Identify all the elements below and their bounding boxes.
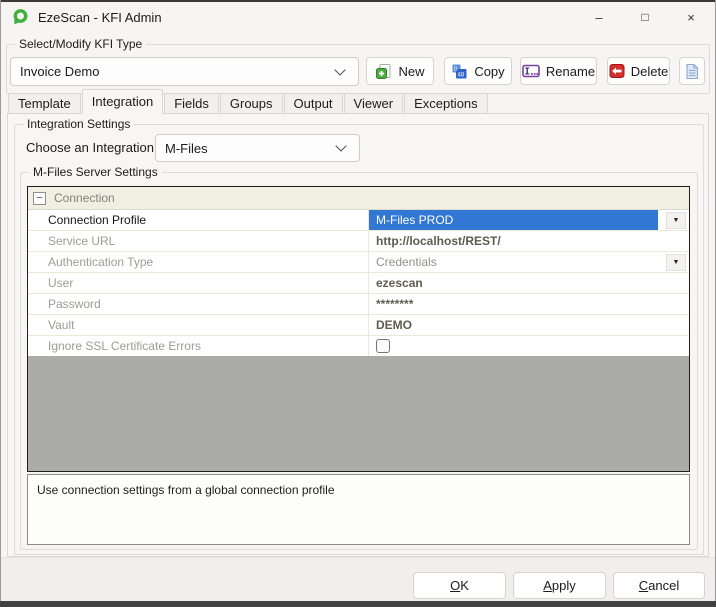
chevron-down-icon bbox=[334, 64, 345, 75]
new-icon bbox=[375, 63, 392, 80]
property-row-connection-profile[interactable]: Connection Profile M-Files PROD ▼ bbox=[28, 210, 689, 231]
property-value: M-Files PROD bbox=[369, 213, 453, 227]
property-value: DEMO bbox=[369, 318, 412, 332]
maximize-button[interactable]: □ bbox=[622, 2, 668, 32]
choose-integration-label: Choose an Integration: bbox=[26, 140, 158, 155]
property-row-password[interactable]: Password ******** bbox=[28, 294, 689, 315]
property-row-user[interactable]: User ezescan bbox=[28, 273, 689, 294]
apply-button-label: Apply bbox=[543, 578, 576, 593]
ezescan-logo-icon bbox=[11, 8, 29, 26]
property-row-vault[interactable]: Vault DEMO bbox=[28, 315, 689, 336]
notes-button[interactable] bbox=[679, 57, 705, 85]
title-bar: EzeScan - KFI Admin – □ × bbox=[0, 2, 716, 32]
delete-button-label: Delete bbox=[631, 64, 669, 79]
copy-button-label: Copy bbox=[474, 64, 504, 79]
property-label: User bbox=[28, 273, 369, 293]
tab-template[interactable]: Template bbox=[8, 93, 81, 114]
property-label: Service URL bbox=[28, 231, 369, 251]
tab-exceptions[interactable]: Exceptions bbox=[404, 93, 488, 114]
rename-button-label: Rename bbox=[546, 64, 595, 79]
collapse-icon[interactable]: − bbox=[33, 192, 46, 205]
rename-icon bbox=[522, 63, 540, 79]
ignore-ssl-checkbox[interactable] bbox=[376, 339, 390, 353]
dropdown-button[interactable]: ▼ bbox=[666, 254, 686, 271]
cancel-button-label: Cancel bbox=[639, 578, 679, 593]
integration-settings-group-label: Integration Settings bbox=[23, 117, 134, 131]
window-title: EzeScan - KFI Admin bbox=[38, 10, 162, 25]
integration-selected-value: M-Files bbox=[156, 141, 337, 156]
property-label: Vault bbox=[28, 315, 369, 335]
ok-button-label: OK bbox=[450, 578, 469, 593]
tab-viewer[interactable]: Viewer bbox=[344, 93, 404, 114]
delete-button[interactable]: Delete bbox=[607, 57, 670, 85]
kfi-type-combobox[interactable]: Invoice Demo bbox=[10, 57, 359, 86]
delete-icon bbox=[609, 63, 625, 79]
svg-text:48: 48 bbox=[458, 72, 465, 78]
property-description-text: Use connection settings from a global co… bbox=[28, 475, 689, 497]
category-label: Connection bbox=[54, 191, 115, 205]
chevron-down-icon bbox=[335, 140, 346, 151]
window-controls: – □ × bbox=[576, 2, 714, 32]
ok-button[interactable]: OK bbox=[413, 572, 506, 599]
tab-strip: Template Integration Fields Groups Outpu… bbox=[8, 90, 489, 114]
property-row-service-url[interactable]: Service URL http://localhost/REST/ bbox=[28, 231, 689, 252]
rename-button[interactable]: Rename bbox=[520, 57, 597, 85]
new-button[interactable]: New bbox=[366, 57, 434, 85]
tab-integration[interactable]: Integration bbox=[82, 89, 163, 114]
connection-category-row[interactable]: − Connection bbox=[28, 187, 689, 210]
property-value: http://localhost/REST/ bbox=[369, 234, 501, 248]
property-grid-empty-area bbox=[28, 356, 689, 471]
window-top-edge bbox=[0, 0, 716, 2]
kfi-admin-window: EzeScan - KFI Admin – □ × Select/Modify … bbox=[0, 0, 716, 607]
window-bottom-edge bbox=[0, 601, 716, 607]
property-value: ******** bbox=[369, 297, 413, 311]
document-icon bbox=[685, 63, 699, 80]
kfi-type-selected-value: Invoice Demo bbox=[11, 64, 336, 79]
property-label: Password bbox=[28, 294, 369, 314]
copy-button[interactable]: 0 48 Copy bbox=[444, 57, 512, 85]
property-label: Ignore SSL Certificate Errors bbox=[28, 336, 369, 356]
window-left-edge bbox=[0, 0, 1, 607]
property-value: ezescan bbox=[369, 276, 423, 290]
close-button[interactable]: × bbox=[668, 2, 714, 32]
cancel-button[interactable]: Cancel bbox=[613, 572, 705, 599]
new-button-label: New bbox=[398, 64, 424, 79]
dropdown-button[interactable]: ▼ bbox=[666, 212, 686, 229]
property-row-authentication-type[interactable]: Authentication Type Credentials ▼ bbox=[28, 252, 689, 273]
property-description-panel: Use connection settings from a global co… bbox=[27, 474, 690, 545]
footer-bar: OK Apply Cancel bbox=[0, 557, 716, 601]
connection-property-grid: − Connection Connection Profile M-Files … bbox=[27, 186, 690, 472]
mfiles-server-settings-group-label: M-Files Server Settings bbox=[29, 165, 162, 179]
property-value: Credentials bbox=[369, 255, 658, 269]
minimize-button[interactable]: – bbox=[576, 2, 622, 32]
property-label: Connection Profile bbox=[28, 210, 369, 230]
apply-button[interactable]: Apply bbox=[513, 572, 606, 599]
tab-output[interactable]: Output bbox=[284, 93, 343, 114]
kfi-type-group-label: Select/Modify KFI Type bbox=[15, 37, 146, 51]
property-label: Authentication Type bbox=[28, 252, 369, 272]
copy-icon: 0 48 bbox=[451, 63, 468, 80]
tab-fields[interactable]: Fields bbox=[164, 93, 219, 114]
tab-groups[interactable]: Groups bbox=[220, 93, 283, 114]
property-row-ignore-ssl[interactable]: Ignore SSL Certificate Errors bbox=[28, 336, 689, 357]
integration-combobox[interactable]: M-Files bbox=[155, 134, 360, 162]
selected-value-highlight: M-Files PROD bbox=[369, 210, 658, 230]
